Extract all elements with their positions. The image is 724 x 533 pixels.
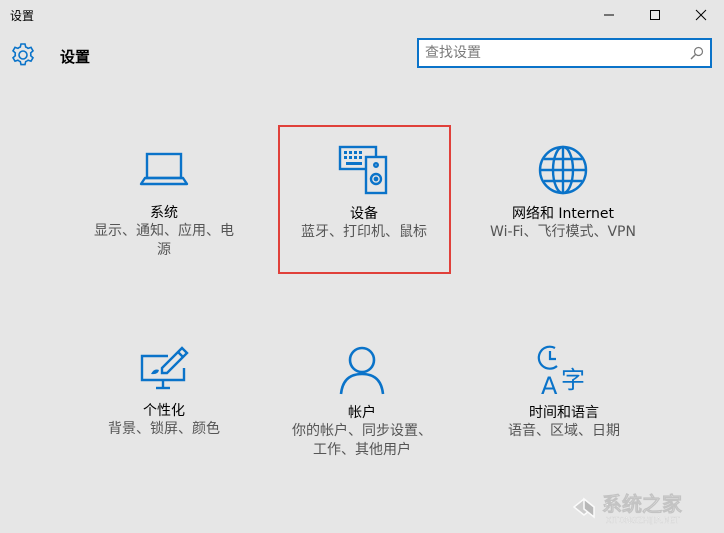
watermark-logo: 系统之家 XITONGZHIJIA.NET [568, 487, 718, 527]
highlight-box [278, 125, 451, 274]
title-bar: 设置 [0, 0, 724, 30]
tile-title: 时间和语言 [529, 405, 599, 421]
close-icon [695, 9, 707, 21]
tile-network[interactable]: 网络和 Internet Wi-Fi、飞行模式、VPN [470, 144, 656, 242]
tile-accounts[interactable]: 帐户 你的帐户、同步设置、 工作、其他用户 [283, 344, 441, 460]
svg-text:字: 字 [561, 366, 585, 394]
gear-icon [11, 43, 35, 66]
window-title: 设置 [10, 9, 35, 23]
tile-time-language[interactable]: A 字 时间和语言 语音、区域、日期 [485, 344, 643, 441]
tile-description-cont: 源 [157, 242, 171, 258]
globe-icon [538, 145, 588, 195]
close-button[interactable] [678, 0, 724, 30]
person-icon [339, 346, 385, 395]
tile-title: 系统 [150, 205, 178, 221]
tile-description: 语音、区域、日期 [508, 423, 620, 439]
watermark-icon: 系统之家 XITONGZHIJIA.NET [572, 492, 683, 525]
page-title: 设置 [60, 48, 91, 66]
tile-title: 个性化 [143, 403, 185, 419]
minimize-button[interactable] [586, 0, 632, 30]
watermark-subtext: XITONGZHIJIA.NET [606, 516, 680, 525]
tile-description: 你的帐户、同步设置、 [292, 423, 432, 439]
svg-text:A: A [541, 372, 558, 396]
laptop-icon [139, 152, 189, 186]
maximize-icon [650, 10, 660, 20]
watermark-text: 系统之家 [602, 492, 683, 516]
tile-system[interactable]: 系统 显示、通知、应用、电 源 [85, 150, 243, 260]
minimize-icon [604, 14, 614, 16]
search-input[interactable] [425, 40, 675, 66]
paint-monitor-icon [140, 346, 189, 390]
tile-description: Wi-Fi、飞行模式、VPN [490, 224, 636, 240]
search-icon[interactable] [690, 46, 704, 60]
tile-personalization[interactable]: 个性化 背景、锁屏、颜色 [85, 346, 243, 439]
clock-language-icon: A 字 [537, 345, 585, 396]
tile-description-cont: 工作、其他用户 [313, 442, 411, 458]
tile-title: 帐户 [348, 405, 376, 421]
search-box[interactable] [417, 38, 712, 68]
tile-description: 显示、通知、应用、电 [94, 223, 234, 239]
tile-title: 网络和 Internet [511, 206, 615, 222]
tile-description: 背景、锁屏、颜色 [108, 421, 220, 437]
maximize-button[interactable] [632, 0, 678, 30]
